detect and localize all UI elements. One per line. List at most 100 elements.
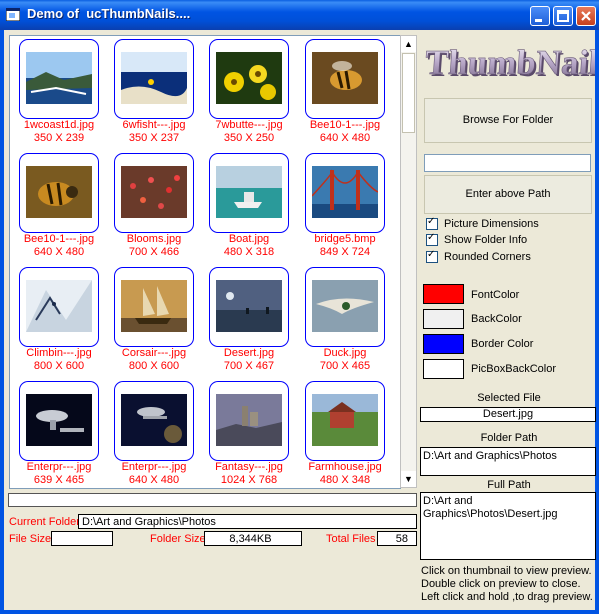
photo-bridge: [312, 166, 378, 218]
vertical-scrollbar[interactable]: ▲ ▼: [400, 35, 417, 488]
thumbnail[interactable]: [305, 267, 385, 347]
thumbnail[interactable]: [305, 153, 385, 233]
thumbnail-filename: Bee10-1---.jpg: [23, 233, 95, 245]
checkbox-label: Rounded Corners: [444, 251, 531, 263]
thumbnail[interactable]: [19, 153, 99, 233]
thumbnail-dimensions: 350 X 250: [223, 132, 275, 144]
checkbox-label: Picture Dimensions: [444, 218, 539, 230]
photo-desert: [216, 280, 282, 332]
minimize-button[interactable]: [530, 6, 550, 26]
folder-size-field: 8,344KB: [204, 531, 302, 546]
border-color-swatch[interactable]: [423, 334, 464, 354]
current-folder-label: Current Folder: [9, 516, 80, 528]
checkbox-checked-icon: [426, 232, 438, 247]
picture-dimensions-checkbox[interactable]: Picture Dimensions: [426, 216, 539, 231]
thumbnail-filename: Enterpr---.jpg: [121, 461, 187, 473]
thumbnail[interactable]: [209, 153, 289, 233]
photo-coast: [26, 52, 92, 104]
thumbnail-filename: Desert.jpg: [223, 347, 275, 359]
file-size-label: File Size: [9, 533, 52, 545]
window-title: Demo of ucThumbNails....: [27, 6, 191, 21]
thumbnail[interactable]: [209, 267, 289, 347]
close-button[interactable]: [576, 6, 596, 26]
thumbnail[interactable]: [209, 381, 289, 461]
path-input[interactable]: [424, 154, 591, 172]
photo-fantasy: [216, 394, 282, 446]
thumbnail[interactable]: [19, 381, 99, 461]
enter-path-button[interactable]: Enter above Path: [424, 175, 592, 214]
show-folder-info-checkbox[interactable]: Show Folder Info: [426, 232, 528, 247]
thumbnail[interactable]: [19, 39, 99, 119]
progress-bar: [8, 493, 417, 507]
title-bar[interactable]: Demo of ucThumbNails....: [0, 0, 599, 30]
thumbnail-filename: Blooms.jpg: [126, 233, 182, 245]
close-icon: [581, 11, 591, 21]
back-color-label: BackColor: [471, 313, 522, 325]
thumbnail-grid[interactable]: 1wcoast1d.jpg 350 X 239 6wfisht---.jpg 3…: [9, 35, 401, 489]
thumbnail-dimensions: 700 X 466: [128, 246, 180, 258]
thumbnail-filename: Boat.jpg: [228, 233, 270, 245]
folder-path-field: D:\Art and Graphics\Photos: [420, 447, 596, 476]
thumbnail-dimensions: 800 X 600: [128, 360, 180, 372]
photo-blooms: [121, 166, 187, 218]
checkbox-checked-icon: [426, 216, 438, 231]
scrollbar-thumb[interactable]: [402, 53, 415, 133]
selected-file-label: Selected File: [477, 392, 541, 404]
thumbnail-dimensions: 800 X 600: [33, 360, 85, 372]
thumbnail-dimensions: 700 X 465: [319, 360, 371, 372]
help-text: Click on thumbnail to view preview.: [421, 565, 592, 577]
back-color-swatch[interactable]: [423, 309, 464, 329]
thumbnail-filename: bridge5.bmp: [314, 233, 376, 245]
picbox-back-color-label: PicBoxBackColor: [471, 363, 556, 375]
minimize-icon: [535, 19, 542, 22]
thumbnail[interactable]: [19, 267, 99, 347]
thumbnail-dimensions: 700 X 467: [223, 360, 275, 372]
browse-folder-button[interactable]: Browse For Folder: [424, 98, 592, 143]
maximize-button[interactable]: [553, 6, 573, 26]
maximize-icon: [557, 10, 569, 22]
svg-text:ThumbNails: ThumbNails: [425, 43, 595, 82]
thumbnail-filename: Climbin---.jpg: [26, 347, 92, 359]
thumbnail-dimensions: 480 X 318: [223, 246, 275, 258]
photo-butterfly-flowers: [216, 52, 282, 104]
thumbnail-dimensions: 350 X 237: [128, 132, 180, 144]
photo-bee: [312, 52, 378, 104]
full-path-field: D:\Art and Graphics\Photos\Desert.jpg: [420, 492, 596, 560]
rounded-corners-checkbox[interactable]: Rounded Corners: [426, 249, 531, 264]
thumbnail[interactable]: [114, 39, 194, 119]
font-color-swatch[interactable]: [423, 284, 464, 304]
full-path-label: Full Path: [487, 479, 531, 491]
total-files-field: 58: [377, 531, 417, 546]
thumbnail-dimensions: 1024 X 768: [220, 474, 278, 486]
checkbox-label: Show Folder Info: [444, 234, 528, 246]
thumbnail-filename: Enterpr---.jpg: [26, 461, 92, 473]
app-icon: [6, 8, 20, 21]
scroll-down-arrow-icon[interactable]: ▼: [401, 471, 416, 487]
selected-file-field: Desert.jpg: [420, 407, 596, 422]
thumbnail-filename: Bee10-1---.jpg: [309, 119, 381, 131]
thumbnail[interactable]: [114, 153, 194, 233]
thumbnail-dimensions: 640 X 480: [128, 474, 180, 486]
photo-climbing: [26, 280, 92, 332]
thumbnail[interactable]: [209, 39, 289, 119]
thumbnail[interactable]: [114, 267, 194, 347]
thumbnail[interactable]: [305, 39, 385, 119]
help-text: Left click and hold ,to drag preview.: [421, 591, 593, 603]
file-size-field: [51, 531, 113, 546]
thumbnail[interactable]: [114, 381, 194, 461]
help-text: Double click on preview to close.: [421, 578, 581, 590]
photo-duck: [312, 280, 378, 332]
scroll-up-arrow-icon[interactable]: ▲: [401, 36, 416, 52]
thumbnail-dimensions: 480 X 348: [319, 474, 371, 486]
photo-boat: [216, 166, 282, 218]
border-color-label: Border Color: [471, 338, 534, 350]
thumbnail-dimensions: 640 X 480: [33, 246, 85, 258]
thumbnail[interactable]: [305, 381, 385, 461]
picbox-back-color-swatch[interactable]: [423, 359, 464, 379]
photo-farmhouse: [312, 394, 378, 446]
thumbnail-dimensions: 640 X 480: [319, 132, 371, 144]
photo-fish: [121, 52, 187, 104]
photo-enterprise: [26, 394, 92, 446]
thumbnail-filename: Duck.jpg: [323, 347, 367, 359]
total-files-label: Total Files: [326, 533, 376, 545]
